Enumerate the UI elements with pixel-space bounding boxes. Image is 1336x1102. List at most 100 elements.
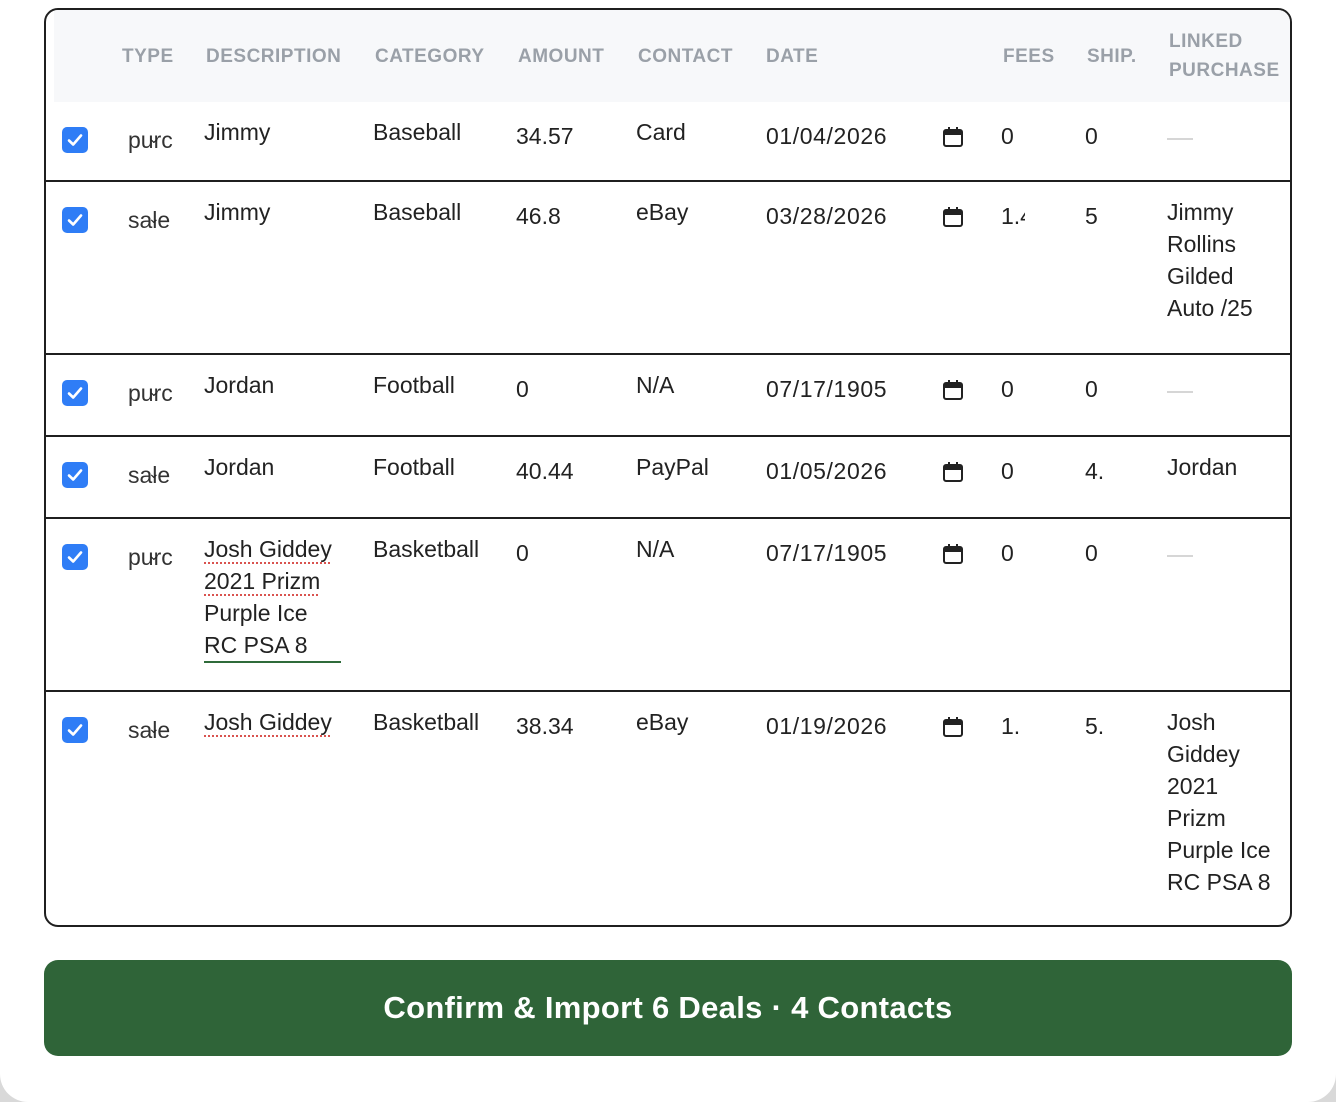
row-select-checkbox[interactable] xyxy=(62,207,88,233)
table-row: purc ⌄ Jimmy Baseball 34.57 Card 01/04/2026 0 0 xyxy=(46,102,1290,182)
description-input[interactable]: Jordan xyxy=(204,369,354,401)
header-description: DESCRIPTION xyxy=(206,46,342,67)
table-row: sale ⌄ Jordan Football 40.44 PayPal 01/05/2026… xyxy=(46,437,1290,519)
linked-purchase-line: 2021 xyxy=(1167,773,1219,799)
fees-input[interactable]: 0 xyxy=(1001,373,1025,405)
contact-input[interactable]: eBay xyxy=(636,196,688,228)
type-select[interactable]: sale ⌄ xyxy=(128,459,174,491)
date-input[interactable]: 01/04/2026 xyxy=(766,120,887,152)
category-select[interactable]: Baseball xyxy=(373,116,461,148)
linked-purchase: Jordan xyxy=(1167,451,1285,483)
category-select[interactable]: Basketball xyxy=(373,533,479,565)
confirm-import-button[interactable]: Confirm & Import 6 Deals · 4 Contacts xyxy=(44,960,1292,1056)
description-text: Josh Giddey xyxy=(204,706,354,738)
description-line: Jimmy xyxy=(204,119,271,145)
table-row: purc ⌄ Josh Giddey 2021 Prizm Purple Ice RC P… xyxy=(46,519,1290,692)
description-line: RC PSA 8 xyxy=(204,632,308,658)
checkmark-icon xyxy=(67,469,83,481)
header-amount: AMOUNT xyxy=(518,46,605,67)
description-line: 2021 Prizm xyxy=(204,568,321,594)
table-row: purc ⌄ Jordan Football 0 N/A 07/17/1905 0 0 xyxy=(46,355,1290,437)
calendar-icon[interactable] xyxy=(942,379,964,401)
fees-input[interactable]: 0 xyxy=(1001,120,1025,152)
fees-input[interactable]: 0 xyxy=(1001,537,1025,569)
calendar-icon[interactable] xyxy=(942,543,964,565)
type-select[interactable]: purc ⌄ xyxy=(128,124,174,156)
date-input[interactable]: 03/28/2026 xyxy=(766,200,887,232)
checkmark-icon xyxy=(67,724,83,736)
date-input[interactable]: 01/19/2026 xyxy=(766,710,887,742)
shipping-input[interactable]: 0 xyxy=(1085,537,1109,569)
shipping-input[interactable]: 4. xyxy=(1085,455,1109,487)
row-select-checkbox[interactable] xyxy=(62,717,88,743)
description-input[interactable]: Josh Giddey 2021 Prizm Purple Ice RC PSA 8 xyxy=(204,533,354,663)
amount-input[interactable]: 0 xyxy=(516,537,529,569)
description-text: Josh Giddey 2021 Prizm Purple Ice RC PSA 8 xyxy=(204,533,341,663)
shipping-input[interactable]: 5 xyxy=(1085,200,1109,232)
chevron-down-icon: ⌄ xyxy=(148,383,160,399)
calendar-icon[interactable] xyxy=(942,206,964,228)
shipping-input[interactable]: 0 xyxy=(1085,373,1109,405)
category-select[interactable]: Football xyxy=(373,369,455,401)
contact-input[interactable]: N/A xyxy=(636,369,674,401)
contact-input[interactable]: N/A xyxy=(636,533,674,565)
shipping-input[interactable]: 0 xyxy=(1085,120,1109,152)
description-line: Jordan xyxy=(204,454,275,480)
linked-purchase-line: Jimmy xyxy=(1167,199,1234,225)
date-input[interactable]: 07/17/1905 xyxy=(766,373,887,405)
contact-input[interactable]: eBay xyxy=(636,706,688,738)
checkmark-icon xyxy=(67,134,83,146)
row-select-checkbox[interactable] xyxy=(62,127,88,153)
description-input[interactable]: Jordan xyxy=(204,451,354,483)
date-input[interactable]: 07/17/1905 xyxy=(766,537,887,569)
type-select[interactable]: purc ⌄ xyxy=(128,377,174,409)
shipping-input[interactable]: 5. xyxy=(1085,710,1109,742)
amount-input[interactable]: 34.57 xyxy=(516,120,574,152)
amount-input[interactable]: 38.34 xyxy=(516,710,574,742)
no-linked-purchase-dash xyxy=(1167,138,1193,140)
description-text: Jordan xyxy=(204,451,354,483)
type-select[interactable]: sale ⌄ xyxy=(128,204,174,236)
description-line: Jimmy xyxy=(204,199,271,225)
linked-purchase-line: Rollins xyxy=(1167,231,1237,257)
fees-input[interactable]: 1. xyxy=(1001,710,1025,742)
row-select-checkbox[interactable] xyxy=(62,544,88,570)
category-select[interactable]: Baseball xyxy=(373,196,461,228)
contact-input[interactable]: Card xyxy=(636,116,686,148)
linked-purchase-line: Prizm xyxy=(1167,805,1226,831)
fees-input[interactable]: 1.4 xyxy=(1001,200,1025,232)
type-select[interactable]: sale ⌄ xyxy=(128,714,174,746)
category-select[interactable]: Basketball xyxy=(373,706,479,738)
description-text: Jimmy xyxy=(204,116,354,148)
description-line: Josh Giddey xyxy=(204,536,332,562)
fees-input[interactable]: 0 xyxy=(1001,455,1025,487)
linked-purchase-line: Giddey xyxy=(1167,741,1240,767)
table-row: sale ⌄ Josh Giddey Basketball 38.34 eBay 01/19… xyxy=(46,692,1290,925)
description-input[interactable]: Jimmy xyxy=(204,116,354,148)
header-ship: SHIP. xyxy=(1087,46,1137,67)
header-fees: FEES xyxy=(1003,46,1055,67)
calendar-icon[interactable] xyxy=(942,716,964,738)
date-input[interactable]: 01/05/2026 xyxy=(766,455,887,487)
table-row: sale⌄ Jimmy Baseball 46.8 eBay 03/28/2026 1.4 5… xyxy=(46,182,1290,355)
chevron-down-icon: ⌄ xyxy=(148,130,160,146)
table-header: TYPE DESCRIPTION CATEGORY AMOUNT CONTACT… xyxy=(54,10,1290,102)
category-select[interactable]: Football xyxy=(373,451,455,483)
contact-input[interactable]: PayPal xyxy=(636,451,709,483)
amount-input[interactable]: 0 xyxy=(516,373,529,405)
description-input[interactable]: Josh Giddey xyxy=(204,706,354,738)
no-linked-purchase-dash xyxy=(1167,391,1193,393)
header-type: TYPE xyxy=(122,46,174,67)
type-select[interactable]: purc ⌄ xyxy=(128,541,174,573)
import-review-sheet: TYPE DESCRIPTION CATEGORY AMOUNT CONTACT… xyxy=(0,0,1336,1102)
description-input[interactable]: Jimmy xyxy=(204,196,354,228)
description-text: Jimmy xyxy=(204,196,354,228)
amount-input[interactable]: 40.44 xyxy=(516,455,574,487)
row-select-checkbox[interactable] xyxy=(62,462,88,488)
calendar-icon[interactable] xyxy=(942,126,964,148)
amount-input[interactable]: 46.8 xyxy=(516,200,561,232)
calendar-icon[interactable] xyxy=(942,461,964,483)
checkmark-icon xyxy=(67,214,83,226)
description-text: Jordan xyxy=(204,369,354,401)
row-select-checkbox[interactable] xyxy=(62,380,88,406)
